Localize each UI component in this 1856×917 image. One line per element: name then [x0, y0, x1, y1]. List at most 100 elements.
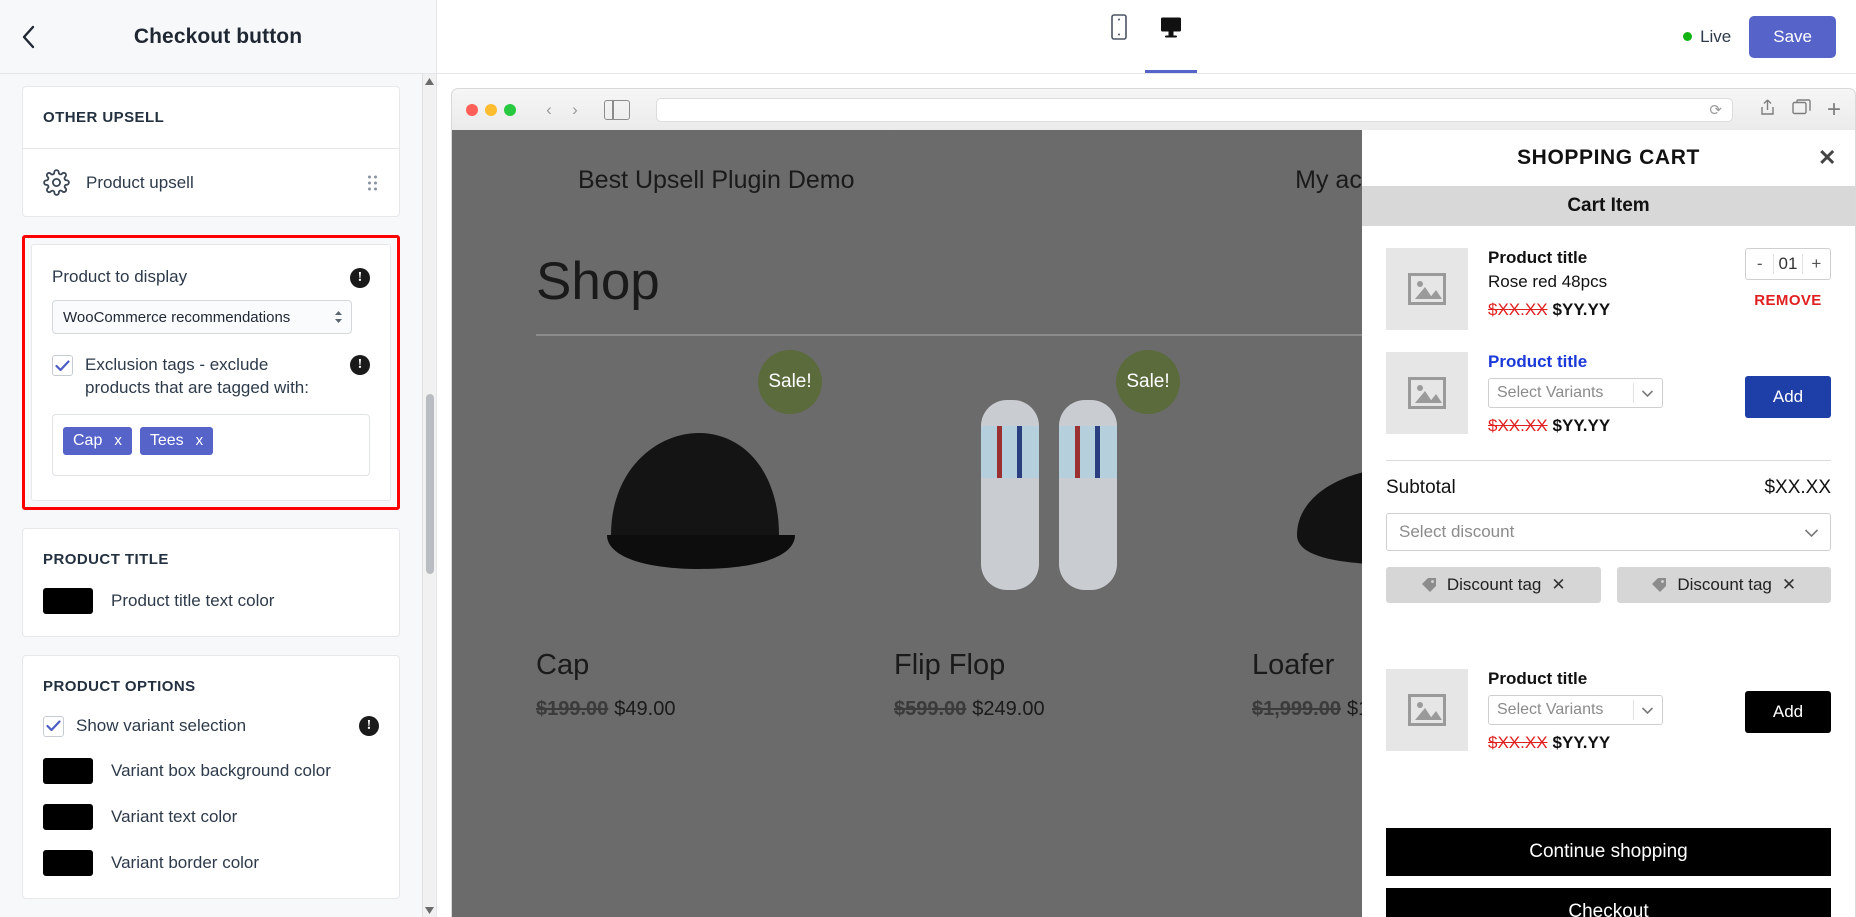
device-toggle-mobile[interactable]	[1107, 0, 1131, 73]
product-display-settings: Product to display ! WooCommerce recomme…	[31, 244, 391, 501]
settings-sidebar: Checkout button OTHER UPSELL	[0, 0, 437, 917]
checkout-button[interactable]: Checkout	[1386, 888, 1831, 917]
save-button[interactable]: Save	[1749, 16, 1836, 58]
tabs-icon[interactable]	[1792, 99, 1811, 120]
variant-select[interactable]: Select Variants	[1488, 378, 1663, 408]
minimize-window-icon[interactable]	[485, 104, 497, 116]
quantity-value[interactable]: 01	[1773, 254, 1802, 274]
cart-upsell-old-price: $XX.XX	[1488, 416, 1548, 435]
discount-tag-remove-icon[interactable]: ✕	[1551, 575, 1565, 595]
tag-chip-label: Tees	[150, 432, 184, 450]
product-thumbnail[interactable]	[1386, 669, 1468, 751]
product-upsell-row[interactable]: Product upsell	[23, 149, 399, 216]
cart-item-title: Product title	[1488, 248, 1725, 268]
cart-upsell-title-link[interactable]: Product title	[1488, 352, 1725, 372]
product-sale-price: $249.00	[972, 698, 1044, 720]
color-swatch-label: Variant border color	[111, 853, 259, 873]
scroll-up-arrow-icon[interactable]	[423, 74, 436, 88]
traffic-lights	[466, 104, 516, 116]
reload-icon[interactable]: ⟳	[1709, 101, 1722, 119]
tag-remove-icon[interactable]: x	[114, 432, 122, 449]
discount-tag-remove-icon[interactable]: ✕	[1782, 575, 1796, 595]
sidebar-scroll-area: OTHER UPSELL Product upsell	[0, 74, 436, 917]
check-icon	[55, 360, 70, 372]
show-variant-selection-label: Show variant selection	[76, 715, 347, 738]
add-upsell-button[interactable]: Add	[1745, 376, 1831, 418]
sale-badge: Sale!	[1116, 350, 1180, 414]
share-icon[interactable]	[1759, 98, 1776, 121]
scroll-down-arrow-icon[interactable]	[423, 903, 436, 917]
cart-subheader: Cart Item	[1362, 186, 1855, 226]
remove-item-button[interactable]: REMOVE	[1745, 292, 1831, 309]
sidebar-scrollbar[interactable]	[422, 74, 436, 917]
product-title-color-row: Product title text color	[43, 588, 379, 614]
subtotal-label: Subtotal	[1386, 477, 1456, 499]
chevron-left-icon	[19, 24, 37, 50]
variant-select-placeholder: Select Variants	[1497, 384, 1603, 402]
quantity-increment-button[interactable]: +	[1803, 254, 1830, 274]
scrollbar-thumb[interactable]	[426, 394, 434, 574]
updown-caret-icon	[334, 310, 343, 324]
product-to-display-select[interactable]: WooCommerce recommendations	[52, 300, 352, 334]
cart-bottom-upsell-actions: Add	[1745, 669, 1831, 753]
variant-select[interactable]: Select Variants	[1488, 695, 1663, 725]
quantity-decrement-button[interactable]: -	[1746, 254, 1773, 274]
flip-flop-image	[909, 380, 1189, 610]
product-to-display-label: Product to display	[52, 267, 187, 287]
info-icon[interactable]: !	[359, 716, 379, 736]
device-toggle-desktop[interactable]	[1155, 0, 1187, 73]
cart-upsell-new-price: $YY.YY	[1553, 416, 1611, 435]
color-swatch-label: Variant box background color	[111, 761, 331, 781]
cart-subtotal-row: Subtotal $XX.XX	[1386, 461, 1831, 513]
add-bottom-upsell-button[interactable]: Add	[1745, 691, 1831, 733]
product-old-price: $599.00	[894, 698, 966, 720]
browser-url-input[interactable]: ⟳	[656, 98, 1733, 122]
tag-remove-icon[interactable]: x	[196, 432, 204, 449]
sidebar-header: Checkout button	[0, 0, 436, 74]
product-options-card: PRODUCT OPTIONS Show variant selection !	[22, 655, 400, 899]
section-title-product-title: PRODUCT TITLE	[43, 551, 379, 568]
color-swatch[interactable]	[43, 804, 93, 830]
product-card[interactable]: Sale! Cap $199.00$49.00	[536, 362, 846, 721]
exclusion-tags-checkbox[interactable]	[52, 355, 73, 376]
cart-item-old-price: $XX.XX	[1488, 300, 1548, 319]
cart-items-list: Product title Rose red 48pcs $XX.XX $YY.Y…	[1362, 226, 1855, 828]
maximize-window-icon[interactable]	[504, 104, 516, 116]
browser-back-icon[interactable]: ‹	[538, 100, 560, 120]
show-variant-selection-checkbox[interactable]	[43, 716, 64, 737]
cart-upsell-item: Product title Select Variants $XX.X	[1386, 330, 1831, 436]
product-image-flipflop: Sale!	[894, 362, 1204, 627]
discount-select[interactable]: Select discount	[1386, 513, 1831, 551]
cart-upsell-actions: Add	[1745, 352, 1831, 436]
product-thumbnail[interactable]	[1386, 352, 1468, 434]
back-button[interactable]	[0, 0, 56, 74]
product-card[interactable]: Sale!	[894, 362, 1204, 721]
toolbar-right-group: Live Save	[1683, 16, 1836, 58]
color-swatch[interactable]	[43, 850, 93, 876]
browser-chrome: ‹ › ⟳	[451, 88, 1856, 130]
info-icon[interactable]: !	[350, 355, 370, 375]
close-icon[interactable]: ✕	[1818, 147, 1837, 169]
color-swatch[interactable]	[43, 588, 93, 614]
cart-item-actions: - 01 + REMOVE	[1745, 248, 1831, 330]
live-status-dot-icon	[1683, 32, 1692, 41]
cart-bottom-upsell-old-price: $XX.XX	[1488, 733, 1548, 752]
browser-forward-icon[interactable]: ›	[564, 100, 586, 120]
product-old-price: $1,999.00	[1252, 698, 1341, 720]
new-tab-icon[interactable]: +	[1827, 98, 1841, 122]
shopping-cart-drawer: SHOPPING CART ✕ Cart Item	[1362, 130, 1855, 917]
browser-sidebar-toggle-icon[interactable]	[604, 100, 630, 120]
close-window-icon[interactable]	[466, 104, 478, 116]
info-icon[interactable]: !	[350, 268, 370, 288]
cart-header: SHOPPING CART ✕	[1362, 130, 1855, 186]
continue-shopping-button[interactable]: Continue shopping	[1386, 828, 1831, 876]
exclusion-tags-input[interactable]: Cap x Tees x	[52, 414, 370, 476]
product-thumbnail[interactable]	[1386, 248, 1468, 330]
divider	[1633, 700, 1634, 720]
cart-item-variant: Rose red 48pcs	[1488, 272, 1725, 292]
cart-upsell-price: $XX.XX $YY.YY	[1488, 416, 1725, 436]
exclusion-tags-label: Exclusion tags - exclude products that a…	[85, 354, 338, 400]
drag-handle-icon[interactable]	[368, 175, 377, 190]
variant-text-color-row: Variant text color	[43, 804, 379, 830]
color-swatch[interactable]	[43, 758, 93, 784]
